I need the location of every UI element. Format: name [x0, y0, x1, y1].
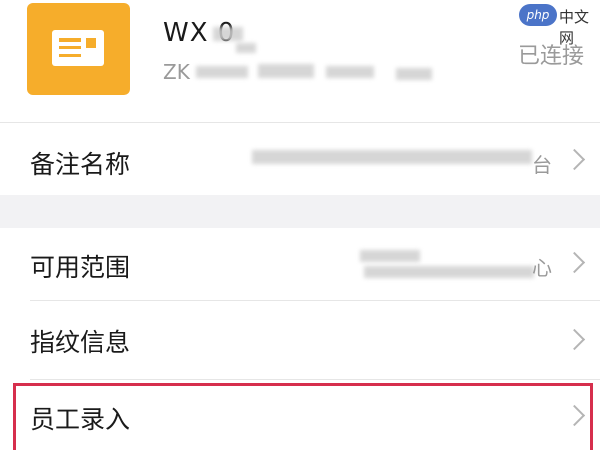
chevron-right-icon [563, 328, 586, 351]
row-available-range[interactable]: 可用范围 心 [0, 228, 600, 300]
row-fingerprint-info[interactable]: 指纹信息 [0, 301, 600, 379]
section-gap [0, 195, 600, 228]
watermark-logo: php [519, 4, 557, 26]
row-value: 心 [532, 256, 552, 280]
name-redaction [213, 27, 243, 41]
value-redaction [364, 266, 534, 278]
row-label: 可用范围 [30, 253, 131, 282]
name-redaction [236, 43, 256, 53]
site-watermark: php 中文网 [519, 2, 599, 47]
row-label: 指纹信息 [30, 328, 131, 357]
subtitle-redaction [196, 66, 248, 78]
row-label: 备注名称 [30, 150, 131, 179]
subtitle-redaction [396, 68, 432, 80]
device-header[interactable]: WX 0 ZK 已连接 [0, 0, 600, 122]
watermark-text: 中文网 [559, 8, 590, 47]
device-subtitle: ZK [163, 60, 190, 84]
row-remark-name[interactable]: 备注名称 台 [0, 123, 600, 195]
device-settings-screen: WX 0 ZK 已连接 备注名称 台 可用范围 心 指纹信息 员工录入 php … [0, 0, 600, 450]
value-redaction [252, 150, 532, 164]
row-value: 台 [532, 153, 552, 177]
chevron-right-icon [563, 404, 586, 427]
row-employee-entry[interactable]: 员工录入 [0, 380, 600, 450]
subtitle-redaction [326, 66, 374, 78]
row-label: 员工录入 [30, 405, 131, 434]
subtitle-redaction [258, 64, 314, 78]
value-redaction [360, 250, 420, 262]
chevron-right-icon [563, 148, 586, 171]
card-icon [27, 3, 130, 95]
chevron-right-icon [563, 251, 586, 274]
